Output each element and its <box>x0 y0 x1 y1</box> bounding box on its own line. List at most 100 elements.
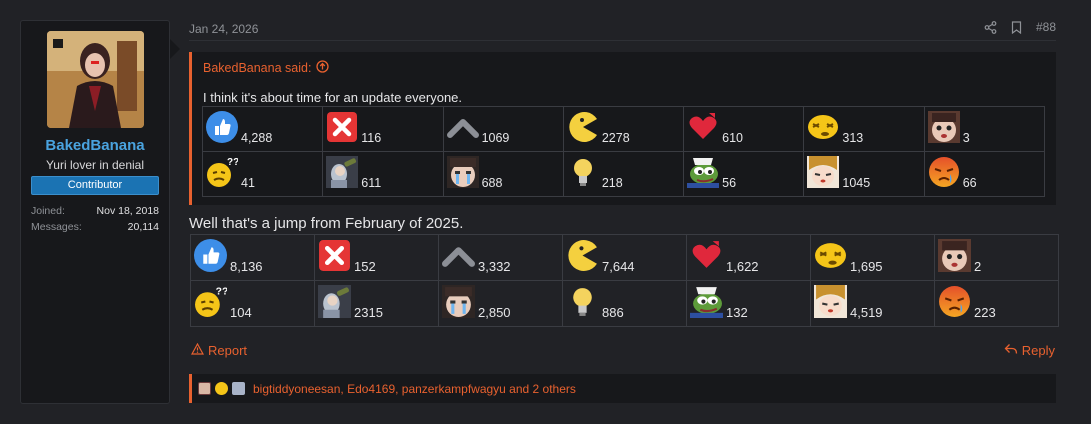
reaction-count: 4,519 <box>850 305 883 320</box>
dizzy-face-icon <box>814 239 847 272</box>
reaction-count: 3 <box>962 131 970 145</box>
reply-button[interactable]: Reply <box>1004 343 1055 358</box>
anime-telescope-mini-icon <box>232 382 245 395</box>
reaction-cell[interactable]: 2 <box>934 234 1059 281</box>
reaction-cell[interactable]: 611 <box>322 151 444 197</box>
share-icon[interactable] <box>984 20 997 34</box>
reaction-count: 132 <box>726 305 748 320</box>
reaction-cell[interactable]: 610 <box>683 106 805 152</box>
anime-telescope-icon <box>326 156 359 188</box>
reaction-count: 223 <box>974 305 996 320</box>
reaction-cell[interactable]: 313 <box>803 106 925 152</box>
reaction-cell[interactable]: 2,850 <box>438 280 563 327</box>
reaction-cell[interactable]: 2315 <box>314 280 439 327</box>
reaction-count: 66 <box>962 176 977 190</box>
red-x-icon <box>318 239 351 272</box>
joined-value: Nov 18, 2018 <box>96 205 159 217</box>
reaction-cell[interactable]: 8,136 <box>190 234 315 281</box>
reaction-count: 1,695 <box>850 259 883 274</box>
reaction-cell[interactable]: 56 <box>683 151 805 197</box>
red-x-icon <box>326 111 358 143</box>
like-icon <box>206 111 238 143</box>
reaction-count: 610 <box>722 131 743 145</box>
lightbulb-icon <box>567 156 599 188</box>
post-date[interactable]: Jan 24, 2026 <box>189 22 258 36</box>
reaction-count: 313 <box>842 131 864 145</box>
arrow-up-circle-icon[interactable] <box>316 60 330 76</box>
confused-face-icon: ?? <box>206 156 238 188</box>
reaction-cell[interactable]: 886 <box>562 280 687 327</box>
confused-face-icon: ?? <box>194 285 227 318</box>
reaction-cell[interactable]: 3 <box>923 106 1046 152</box>
reply-arrow-icon <box>1004 343 1018 358</box>
user-avatar[interactable] <box>47 31 144 128</box>
reaction-cell[interactable]: 152 <box>314 234 439 281</box>
reaction-row: ?? 41 611 688 218 56 1045 66 <box>201 151 1046 197</box>
like-icon <box>194 239 227 272</box>
reaction-cell[interactable]: 1045 <box>803 151 925 197</box>
reaction-count: 116 <box>361 131 382 145</box>
reaction-cell[interactable]: 218 <box>562 151 685 197</box>
heart-icon <box>690 239 723 272</box>
pepe-icon <box>687 156 720 188</box>
bookmark-icon[interactable] <box>1011 20 1022 34</box>
reaction-count: 7,644 <box>602 259 635 274</box>
angry-crying-face-icon <box>938 285 971 318</box>
anime-face-icon <box>938 239 971 272</box>
warning-icon <box>190 342 205 358</box>
anime-crying-icon <box>442 285 475 318</box>
reaction-count: 611 <box>361 176 382 190</box>
reaction-cell[interactable]: 2278 <box>562 106 685 152</box>
post-number[interactable]: #88 <box>1036 20 1056 34</box>
reaction-row: ?? 104 2315 2,850 886 132 4,519 223 <box>190 280 1059 327</box>
report-link[interactable]: Report <box>190 342 248 358</box>
chevron-up-icon <box>442 239 475 272</box>
reaction-cell[interactable]: 7,644 <box>562 234 687 281</box>
reaction-cell[interactable]: 688 <box>442 151 564 197</box>
reaction-cell[interactable]: 4,288 <box>201 106 324 152</box>
reaction-count: 3,332 <box>478 259 511 274</box>
reaction-cell[interactable]: 116 <box>322 106 444 152</box>
reaction-count: 2,850 <box>478 305 511 320</box>
reaction-cell[interactable]: 4,519 <box>810 280 935 327</box>
anime-girl-icon <box>814 285 847 318</box>
quote-author-link[interactable]: BakedBanana said: <box>203 60 330 76</box>
reactions-bar[interactable]: bigtiddyoneesan, Edo4169, panzerkampfwag… <box>189 374 1056 403</box>
anime-crying-icon <box>446 156 479 188</box>
svg-text:??: ?? <box>227 157 238 168</box>
reaction-count: 152 <box>354 259 376 274</box>
reaction-cell[interactable]: ?? 41 <box>201 151 324 197</box>
reaction-cell[interactable]: 132 <box>686 280 811 327</box>
user-banner: Contributor <box>31 176 159 195</box>
messages-label: Messages: <box>31 221 82 233</box>
reaction-cell[interactable]: 1,695 <box>810 234 935 281</box>
anime-face-icon <box>927 111 960 143</box>
header-divider <box>189 40 1056 41</box>
reaction-cell[interactable]: ?? 104 <box>190 280 315 327</box>
reaction-count: 56 <box>722 176 737 190</box>
pepe-icon <box>690 285 723 318</box>
joined-stat: Joined: Nov 18, 2018 <box>31 205 159 217</box>
reaction-cell[interactable]: 1069 <box>442 106 564 152</box>
reaction-count: 1045 <box>842 176 871 190</box>
messages-value[interactable]: 20,114 <box>128 221 159 233</box>
reaction-count: 218 <box>601 176 623 190</box>
angry-crying-face-icon <box>928 156 960 188</box>
joined-label: Joined: <box>31 205 65 217</box>
report-label: Report <box>208 343 248 358</box>
heart-icon <box>687 111 719 143</box>
quote-author: BakedBanana said: <box>203 61 312 75</box>
reaction-cell[interactable]: 3,332 <box>438 234 563 281</box>
reaction-count: 2 <box>974 259 982 274</box>
reaction-cell[interactable]: 1,622 <box>686 234 811 281</box>
user-panel: BakedBanana Yuri lover in denial Contrib… <box>20 20 180 404</box>
reaction-cell[interactable]: 66 <box>923 151 1046 197</box>
post-tools: #88 <box>984 20 1056 34</box>
svg-text:??: ?? <box>216 286 227 297</box>
reaction-cell[interactable]: 223 <box>934 280 1059 327</box>
lightbulb-icon <box>566 285 599 318</box>
post-body: Well that's a jump from February of 2025… <box>189 215 464 232</box>
reactions-list[interactable]: bigtiddyoneesan, Edo4169, panzerkampfwag… <box>253 382 576 396</box>
username[interactable]: BakedBanana <box>21 137 169 154</box>
reaction-count: 2278 <box>601 131 630 145</box>
